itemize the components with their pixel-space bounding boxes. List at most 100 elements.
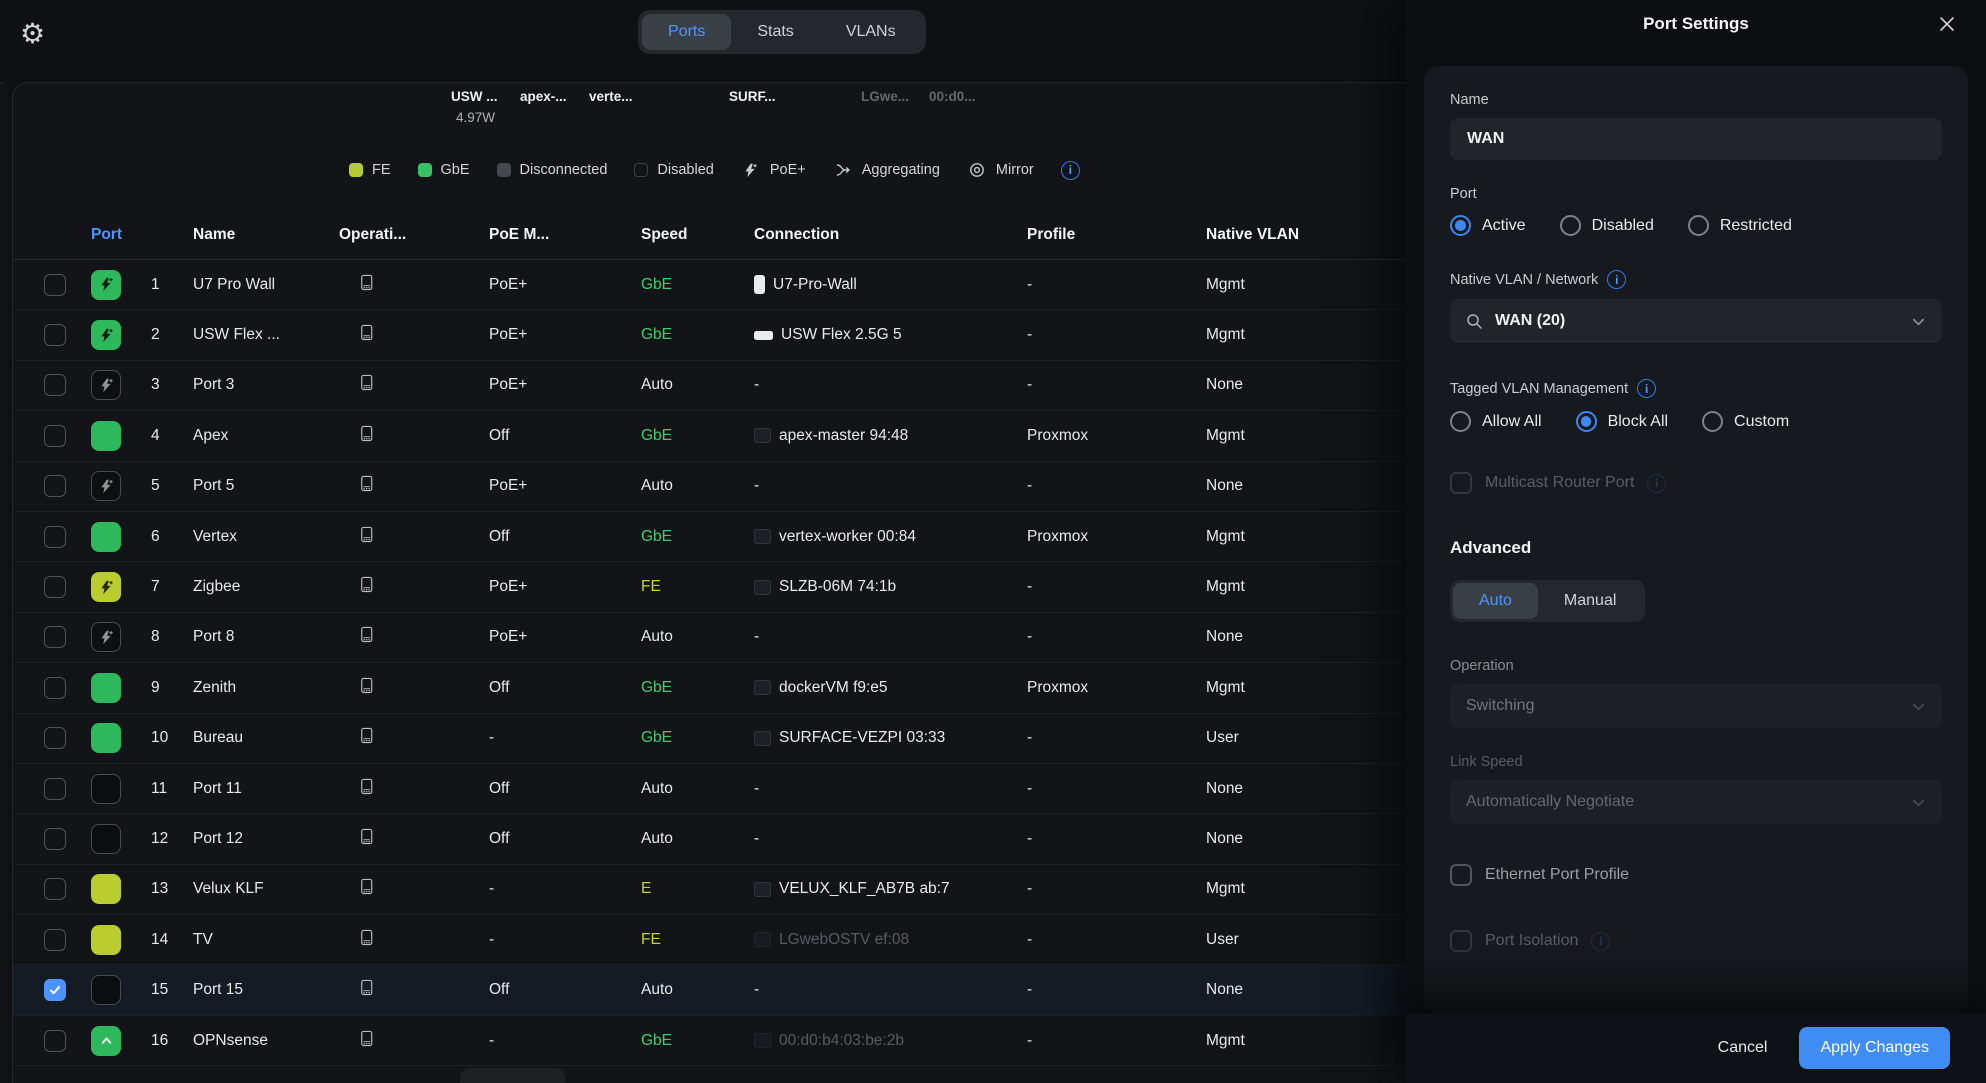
apply-changes-button[interactable]: Apply Changes	[1799, 1027, 1950, 1069]
port-isolation-checkbox[interactable]	[1450, 930, 1472, 952]
poe-mode: PoE+	[489, 326, 641, 344]
row-checkbox[interactable]	[44, 374, 66, 396]
row-checkbox[interactable]	[44, 274, 66, 296]
device-strip-label[interactable]: apex-...	[520, 89, 567, 104]
port-number: 11	[138, 780, 193, 798]
column-header-port[interactable]: Port	[91, 226, 193, 244]
port-status-cell	[91, 270, 138, 300]
connection-cell: SURFACE-VEZPI 03:33	[754, 729, 1027, 747]
connection-vm-icon	[754, 731, 771, 746]
connection-switch-icon	[754, 331, 773, 340]
row-checkbox[interactable]	[44, 878, 66, 900]
table-header-row: Port Name Operati... PoE M... Speed Conn…	[13, 211, 1407, 260]
legend-item: PoE+	[741, 160, 806, 180]
port-number: 7	[138, 578, 193, 596]
row-checkbox[interactable]	[44, 626, 66, 648]
device-strip-label[interactable]: verte...	[589, 89, 633, 104]
device-strip-label[interactable]: LGwe...	[861, 89, 909, 104]
legend-item: Disabled	[634, 162, 713, 178]
row-checkbox[interactable]	[44, 576, 66, 598]
ethernet-port-profile-checkbox-row[interactable]: Ethernet Port Profile	[1450, 864, 1942, 886]
radio-port-state-active[interactable]: Active	[1450, 215, 1526, 236]
table-row[interactable]: 3Port 3PoE+Auto--None	[13, 361, 1407, 411]
mode-segment-auto[interactable]: Auto	[1453, 583, 1538, 619]
name-label: Name	[1450, 92, 1942, 108]
ethernet-profile-checkbox[interactable]	[1450, 864, 1472, 886]
column-header-speed[interactable]: Speed	[641, 226, 754, 244]
table-row[interactable]: 15Port 15OffAuto--None	[13, 965, 1407, 1015]
tagged-vlan-info-icon[interactable]: i	[1637, 379, 1656, 398]
row-checkbox[interactable]	[44, 475, 66, 497]
row-checkbox[interactable]	[44, 727, 66, 749]
port-isolation-info-icon[interactable]: i	[1591, 932, 1610, 951]
tab-stats[interactable]: Stats	[731, 14, 819, 50]
row-checkbox-cell	[13, 778, 91, 800]
row-checkbox[interactable]	[44, 324, 66, 346]
settings-gear-icon[interactable]: ⚙	[20, 20, 45, 48]
tab-vlans[interactable]: VLANs	[820, 14, 922, 50]
table-row[interactable]: 14TV-FELGwebOSTV ef:08-User	[13, 915, 1407, 965]
table-row[interactable]: 9ZenithOffGbEdockerVM f9:e5ProxmoxMgmt	[13, 663, 1407, 713]
connection-cell: -	[754, 780, 1027, 798]
legend-info-icon[interactable]: i	[1061, 161, 1080, 180]
table-row[interactable]: 11Port 11OffAuto--None	[13, 764, 1407, 814]
poe-mode: Off	[489, 528, 641, 546]
radio-tagged-vlan-block-all[interactable]: Block All	[1576, 411, 1668, 432]
table-row[interactable]: 1U7 Pro WallPoE+GbEU7-Pro-Wall-Mgmt	[13, 260, 1407, 310]
multicast-router-port-checkbox-row[interactable]: Multicast Router Port i	[1450, 472, 1942, 494]
table-row[interactable]: 6VertexOffGbEvertex-worker 00:84ProxmoxM…	[13, 512, 1407, 562]
column-header-operation[interactable]: Operati...	[339, 226, 489, 244]
legend-item: Mirror	[967, 160, 1034, 180]
column-header-connection[interactable]: Connection	[754, 226, 1027, 244]
column-header-profile[interactable]: Profile	[1027, 226, 1206, 244]
row-checkbox[interactable]	[44, 979, 66, 1001]
table-row[interactable]: 5Port 5PoE+Auto--None	[13, 462, 1407, 512]
link-speed-select[interactable]: Automatically Negotiate	[1450, 780, 1942, 824]
row-checkbox[interactable]	[44, 778, 66, 800]
port-name: OPNsense	[193, 1032, 339, 1050]
device-strip-label[interactable]: SURF...	[729, 89, 776, 104]
multicast-info-icon[interactable]: i	[1647, 474, 1666, 493]
poe-mode: PoE+	[489, 578, 641, 596]
gbe-swatch	[418, 163, 432, 177]
operation-select[interactable]: Switching	[1450, 684, 1942, 728]
table-row[interactable]: 16OPNsense-GbE00:d0:b4:03:be:2b-Mgmt	[13, 1016, 1407, 1066]
port-isolation-checkbox-row[interactable]: Port Isolation i	[1450, 930, 1942, 952]
table-row[interactable]: 2USW Flex ...PoE+GbEUSW Flex 2.5G 5-Mgmt	[13, 310, 1407, 360]
row-checkbox[interactable]	[44, 1030, 66, 1052]
row-checkbox[interactable]	[44, 526, 66, 548]
connection-name: apex-master 94:48	[779, 427, 908, 445]
tab-ports[interactable]: Ports	[642, 14, 731, 50]
native-vlan-info-icon[interactable]: i	[1607, 270, 1626, 289]
name-input[interactable]: WAN	[1450, 118, 1942, 160]
row-checkbox[interactable]	[44, 929, 66, 951]
row-checkbox[interactable]	[44, 677, 66, 699]
table-row[interactable]: 13Velux KLF-EVELUX_KLF_AB7B ab:7-Mgmt	[13, 865, 1407, 915]
table-row[interactable]: 10Bureau-GbESURFACE-VEZPI 03:33-User	[13, 714, 1407, 764]
column-header-native-vlan[interactable]: Native VLAN	[1206, 226, 1407, 244]
table-row[interactable]: 7ZigbeePoE+FESLZB-06M 74:1b-Mgmt	[13, 562, 1407, 612]
device-icon	[357, 273, 376, 297]
device-strip-label[interactable]: USW ...	[451, 89, 498, 104]
mode-segment-manual[interactable]: Manual	[1538, 583, 1642, 619]
device-strip-label[interactable]: 00:d0...	[929, 89, 976, 104]
table-row[interactable]: 12Port 12OffAuto--None	[13, 814, 1407, 864]
close-icon[interactable]	[1936, 13, 1958, 35]
column-header-poe-mode[interactable]: PoE M...	[489, 226, 641, 244]
table-row[interactable]: 4ApexOffGbEapex-master 94:48ProxmoxMgmt	[13, 411, 1407, 461]
cancel-button[interactable]: Cancel	[1718, 1039, 1768, 1057]
native-vlan-select[interactable]: WAN (20)	[1450, 299, 1942, 343]
radio-tagged-vlan-custom[interactable]: Custom	[1702, 411, 1789, 432]
native-vlan-value: User	[1206, 729, 1407, 747]
disconnected-swatch	[497, 163, 511, 177]
radio-tagged-vlan-allow-all[interactable]: Allow All	[1450, 411, 1542, 432]
multicast-checkbox[interactable]	[1450, 472, 1472, 494]
column-header-name[interactable]: Name	[193, 226, 339, 244]
radio-port-state-disabled[interactable]: Disabled	[1560, 215, 1654, 236]
pagination-button-partial[interactable]	[460, 1068, 565, 1083]
radio-port-state-restricted[interactable]: Restricted	[1688, 215, 1792, 236]
table-row[interactable]: 8Port 8PoE+Auto--None	[13, 613, 1407, 663]
row-checkbox[interactable]	[44, 425, 66, 447]
device-icon	[357, 777, 376, 801]
row-checkbox[interactable]	[44, 828, 66, 850]
